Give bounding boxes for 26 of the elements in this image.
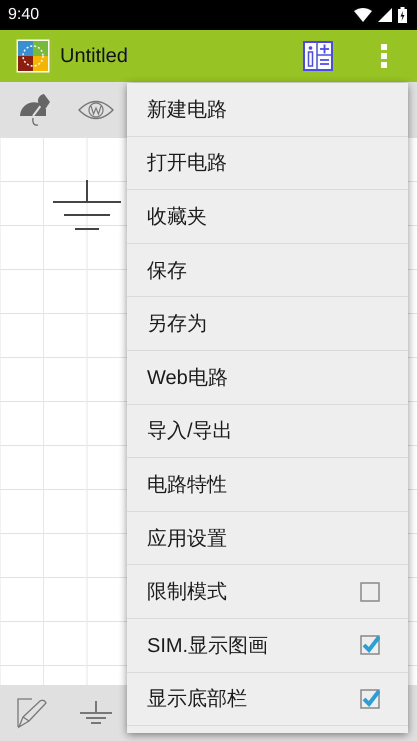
app-logo-icon: [16, 39, 50, 73]
app-title: Untitled: [60, 44, 129, 68]
menu-item[interactable]: Web电路: [127, 350, 408, 405]
checkbox[interactable]: [360, 688, 380, 709]
menu-item[interactable]: 应用设置: [127, 512, 408, 566]
checkbox[interactable]: [360, 635, 380, 656]
menu-item[interactable]: 导入/导出: [127, 404, 408, 458]
menu-item[interactable]: SIM.显示图画: [127, 618, 408, 673]
component-info-icon[interactable]: [303, 41, 333, 71]
eye-icon[interactable]: [78, 99, 114, 121]
ground-icon[interactable]: [80, 701, 112, 725]
menu-item[interactable]: 新建电路: [127, 83, 408, 137]
signal-icon: [378, 8, 392, 22]
menu-item[interactable]: 打开电路: [127, 136, 408, 190]
menu-item[interactable]: 保存: [127, 244, 408, 298]
checkbox[interactable]: [360, 582, 380, 602]
menu-item[interactable]: 另存为: [127, 297, 408, 351]
battery-icon: [398, 7, 407, 23]
more-options-icon[interactable]: [381, 44, 387, 68]
status-time: 9:40: [8, 6, 40, 24]
wifi-icon: [354, 8, 372, 22]
menu-item[interactable]: 显示底部栏: [127, 672, 408, 726]
ground-symbol: [53, 180, 121, 232]
menu-item[interactable]: 电路特性: [127, 458, 408, 512]
menu-item[interactable]: 限制模式: [127, 565, 408, 619]
menu-item[interactable]: 收藏夹: [127, 190, 408, 244]
